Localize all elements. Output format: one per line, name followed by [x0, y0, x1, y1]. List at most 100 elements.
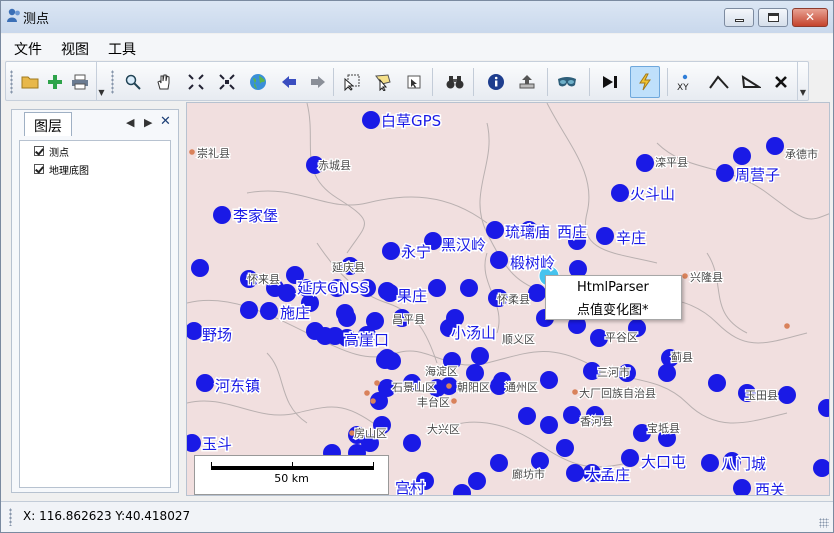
context-menu-item-value-chart[interactable]: 点值变化图*	[577, 299, 649, 318]
city-dot	[572, 389, 578, 395]
maximize-button[interactable]	[758, 8, 788, 27]
station-point[interactable]	[490, 454, 508, 472]
station-point[interactable]	[383, 352, 401, 370]
measure-line-icon[interactable]	[707, 70, 731, 94]
station-point[interactable]	[563, 406, 581, 424]
station-point[interactable]	[453, 484, 471, 496]
title-bar[interactable]: 测点 ✕	[1, 1, 833, 33]
station-point[interactable]	[566, 464, 584, 482]
map-canvas[interactable]: 白草GPS 李家堡 火斗山 周营子琉璃庙 西庄 辛庄永宁 黑汉岭椴树岭延庆GNSS 果庄施庄小…	[187, 103, 830, 496]
station-point[interactable]	[708, 374, 726, 392]
identify-info-icon[interactable]	[484, 70, 508, 94]
station-point[interactable]	[278, 284, 296, 302]
city-label: 大兴区	[427, 422, 460, 436]
station-point[interactable]	[701, 454, 719, 472]
station-label: 火斗山	[630, 185, 675, 203]
station-point[interactable]	[556, 439, 574, 457]
station-label: 白草GPS	[381, 112, 441, 130]
open-folder-icon[interactable]	[18, 70, 42, 94]
city-label: 平谷区	[605, 331, 638, 344]
layer-item[interactable]: 测点	[34, 144, 69, 159]
station-point[interactable]	[338, 309, 356, 327]
coordinates-readout: X: 116.862623 Y:40.418027	[23, 509, 191, 523]
add-icon[interactable]	[43, 70, 67, 94]
station-point[interactable]	[766, 137, 784, 155]
station-point[interactable]	[468, 472, 486, 490]
play-icon[interactable]	[598, 70, 622, 94]
delete-icon[interactable]	[769, 70, 793, 94]
station-point[interactable]	[213, 206, 231, 224]
station-point[interactable]	[362, 111, 380, 129]
station-point[interactable]	[466, 364, 484, 382]
station-point[interactable]	[460, 279, 478, 297]
station-point[interactable]	[260, 302, 278, 320]
print-icon[interactable]	[68, 70, 92, 94]
toolbar-overflow-icon[interactable]: ▼	[96, 62, 106, 100]
context-menu-item-htmlparser[interactable]: HtmlParser	[577, 280, 649, 295]
map-view[interactable]: 白草GPS 李家堡 火斗山 周营子 琉璃庙 西庄 辛庄 永宁 黑汉岭 椴树岭 延庆GNSS 果庄 施庄小…	[186, 102, 830, 496]
station-point[interactable]	[528, 284, 546, 302]
flash-icon[interactable]	[630, 66, 660, 98]
station-label: 玉斗	[202, 435, 232, 453]
station-point[interactable]	[778, 386, 796, 404]
tab-layers[interactable]: 图层	[24, 112, 72, 136]
station-point[interactable]	[196, 374, 214, 392]
zoom-icon[interactable]	[121, 70, 145, 94]
menu-file[interactable]: 文件	[14, 39, 42, 59]
select-features-icon[interactable]	[340, 70, 364, 94]
back-arrow-icon[interactable]	[277, 70, 301, 94]
station-point[interactable]	[596, 227, 614, 245]
station-point[interactable]	[636, 154, 654, 172]
forward-arrow-icon[interactable]	[306, 70, 330, 94]
toolbar-overflow-icon[interactable]: ▼	[797, 62, 808, 100]
close-button[interactable]: ✕	[792, 8, 828, 27]
layer-item[interactable]: 地理底图	[34, 162, 89, 177]
menu-view[interactable]: 视图	[61, 39, 89, 59]
toolbar-grip[interactable]	[111, 70, 114, 94]
zoom-in-extent-icon[interactable]	[184, 70, 208, 94]
station-point[interactable]	[428, 279, 446, 297]
find-binoculars-icon[interactable]	[443, 70, 467, 94]
panel-next-icon[interactable]: ▶	[144, 116, 152, 129]
layer-panel: 图层 ◀ ▶ ✕ 测点 地理底图	[11, 109, 179, 493]
station-point[interactable]	[540, 416, 558, 434]
pan-hand-icon[interactable]	[152, 70, 176, 94]
clear-selection-icon[interactable]	[402, 70, 426, 94]
xy-coordinate-icon[interactable]: XY	[673, 70, 697, 94]
full-extent-globe-icon[interactable]	[246, 70, 270, 94]
station-point[interactable]	[733, 147, 751, 165]
station-point[interactable]	[403, 434, 421, 452]
city-dot	[370, 398, 376, 404]
toolbar-grip[interactable]	[10, 70, 13, 94]
layer-checkbox[interactable]	[34, 164, 44, 174]
station-point[interactable]	[716, 164, 734, 182]
station-point[interactable]	[658, 364, 676, 382]
minimize-button[interactable]	[724, 8, 754, 27]
station-point[interactable]	[191, 259, 209, 277]
station-point[interactable]	[518, 407, 536, 425]
zoom-out-extent-icon[interactable]	[215, 70, 239, 94]
menu-tools[interactable]: 工具	[108, 39, 136, 59]
station-point[interactable]	[382, 242, 400, 260]
station-point[interactable]	[471, 347, 489, 365]
panel-close-icon[interactable]: ✕	[160, 114, 171, 129]
glasses-icon[interactable]	[555, 70, 579, 94]
layer-checkbox[interactable]	[34, 146, 44, 156]
station-point[interactable]	[733, 479, 751, 496]
station-point[interactable]	[187, 322, 203, 340]
station-point[interactable]	[813, 459, 830, 477]
station-point[interactable]	[611, 184, 629, 202]
city-dot	[682, 273, 688, 279]
station-point[interactable]	[187, 434, 201, 452]
station-point[interactable]	[240, 301, 258, 319]
station-point[interactable]	[818, 399, 830, 417]
select-polygon-icon[interactable]	[371, 70, 395, 94]
measure-area-icon[interactable]	[739, 70, 763, 94]
resize-grip-icon[interactable]	[819, 518, 829, 528]
station-point[interactable]	[621, 449, 639, 467]
station-point[interactable]	[490, 251, 508, 269]
export-icon[interactable]	[515, 70, 539, 94]
station-point[interactable]	[540, 371, 558, 389]
station-point[interactable]	[486, 221, 504, 239]
panel-prev-icon[interactable]: ◀	[126, 116, 134, 129]
